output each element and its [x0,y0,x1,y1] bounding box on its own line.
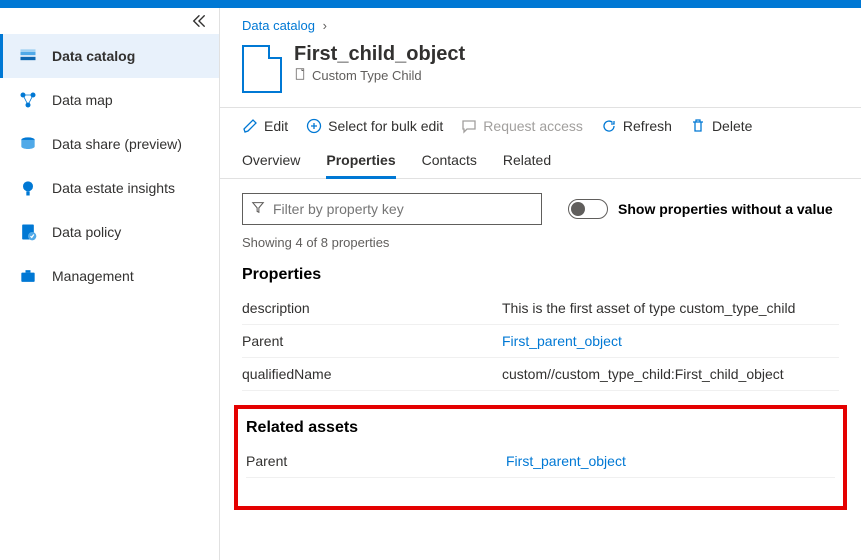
sidebar-item-data-share[interactable]: Data share (preview) [0,122,219,166]
tabs: Overview Properties Contacts Related [220,144,861,179]
property-row: ParentFirst_parent_object [246,445,835,478]
edit-label: Edit [264,118,288,134]
sidebar: Data catalog Data map Data share (previe… [0,8,220,560]
sidebar-item-label: Data policy [52,224,121,240]
chevron-right-icon: › [323,18,327,33]
select-bulk-button[interactable]: Select for bulk edit [306,118,443,134]
main-content: Data catalog › First_child_object Custom… [220,8,861,560]
asset-type-label: Custom Type Child [312,68,422,83]
plus-circle-icon [306,118,322,134]
sidebar-item-management[interactable]: Management [0,254,219,298]
toggle-label: Show properties without a value [618,201,833,217]
property-value: First_parent_object [506,453,835,469]
tab-contacts[interactable]: Contacts [422,152,477,178]
edit-button[interactable]: Edit [242,118,288,134]
sidebar-item-data-map[interactable]: Data map [0,78,219,122]
sidebar-item-label: Data map [52,92,113,108]
request-access-label: Request access [483,118,583,134]
policy-icon [18,222,38,242]
asset-file-icon [242,45,282,93]
trash-icon [690,118,706,134]
tab-overview[interactable]: Overview [242,152,300,178]
sidebar-item-label: Management [52,268,134,284]
share-icon [18,134,38,154]
property-key: Parent [242,333,502,349]
collapse-sidebar-button[interactable] [189,12,209,32]
refresh-button[interactable]: Refresh [601,118,672,134]
tab-properties[interactable]: Properties [326,152,395,179]
property-row: descriptionThis is the first asset of ty… [242,292,839,325]
sidebar-item-label: Data catalog [52,48,135,64]
property-link[interactable]: First_parent_object [502,333,622,349]
filter-icon [251,200,265,219]
breadcrumb: Data catalog › [220,8,861,35]
showing-count: Showing 4 of 8 properties [220,231,861,260]
properties-header: Properties [242,266,839,284]
related-assets-highlight: Related assets ParentFirst_parent_object [234,405,847,510]
chat-icon [461,118,477,134]
asset-title: First_child_object [294,43,465,66]
sidebar-item-label: Data share (preview) [52,136,182,152]
window-topbar [0,0,861,8]
chevron-double-left-icon [192,14,206,31]
refresh-icon [601,118,617,134]
delete-label: Delete [712,118,752,134]
property-value: First_parent_object [502,333,839,349]
tab-related[interactable]: Related [503,152,551,178]
type-badge-icon [294,68,306,83]
sidebar-item-data-catalog[interactable]: Data catalog [0,34,219,78]
property-key: qualifiedName [242,366,502,382]
property-link[interactable]: First_parent_object [506,453,626,469]
map-icon [18,90,38,110]
insights-icon [18,178,38,198]
breadcrumb-root[interactable]: Data catalog [242,18,315,33]
sidebar-item-label: Data estate insights [52,180,175,196]
toolbar: Edit Select for bulk edit Request access… [220,108,861,144]
request-access-button: Request access [461,118,583,134]
sidebar-item-data-insights[interactable]: Data estate insights [0,166,219,210]
sidebar-nav: Data catalog Data map Data share (previe… [0,34,219,298]
filter-input-wrap [242,193,542,225]
property-key: Parent [246,453,506,469]
property-row: ParentFirst_parent_object [242,325,839,358]
property-row: qualifiedNamecustom//custom_type_child:F… [242,358,839,391]
management-icon [18,266,38,286]
property-value: custom//custom_type_child:First_child_ob… [502,366,839,382]
property-key: description [242,300,502,316]
sidebar-item-data-policy[interactable]: Data policy [0,210,219,254]
related-header: Related assets [246,419,835,437]
delete-button[interactable]: Delete [690,118,752,134]
filter-input[interactable] [273,201,533,217]
catalog-icon [18,46,38,66]
show-empty-toggle[interactable] [568,199,608,219]
property-value: This is the first asset of type custom_t… [502,300,839,316]
properties-section: Properties descriptionThis is the first … [220,260,861,397]
refresh-label: Refresh [623,118,672,134]
select-bulk-label: Select for bulk edit [328,118,443,134]
pencil-icon [242,118,258,134]
